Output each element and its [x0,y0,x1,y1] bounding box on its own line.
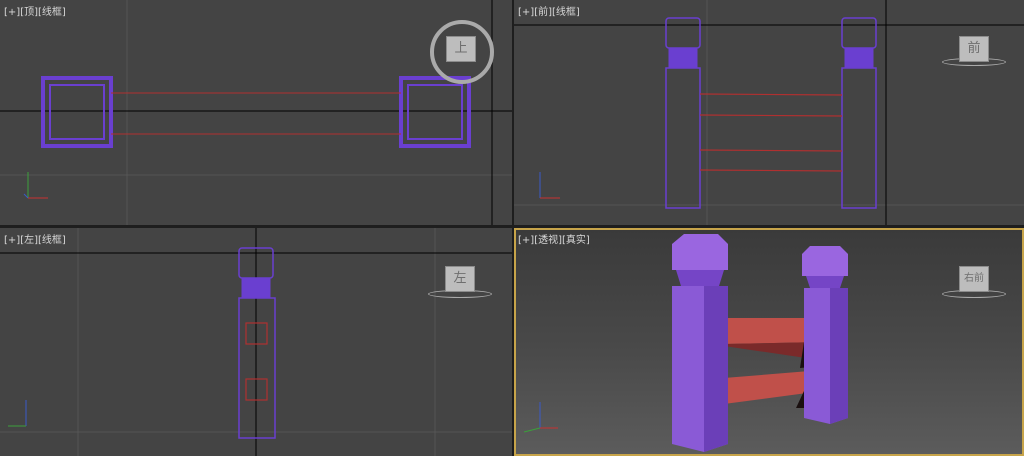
shading-mode-button[interactable]: [真实] [562,235,590,246]
post-right-front [841,17,877,209]
viewport-perspective[interactable]: [+][透视][真实] 右前 [514,228,1024,456]
shading-mode-button[interactable]: [线框] [552,7,580,18]
viewport-label: [+][顶][线框] [4,3,66,18]
shading-mode-button[interactable]: [线框] [38,235,66,246]
viewport-menu-button[interactable]: [+] [4,235,20,246]
perspective-scene [523,234,848,452]
view-name-button[interactable]: [透视] [534,235,562,246]
post-left-top [41,76,113,148]
viewport-menu-button[interactable]: [+] [518,235,534,246]
post-right-shaded [802,246,848,424]
viewcube-face[interactable]: 右前 [959,266,989,292]
view-name-button[interactable]: [顶] [20,7,38,18]
front-view-scene [514,0,1024,225]
viewcube[interactable]: 前 [942,36,1008,70]
viewport-label: [+][透视][真实] [518,231,590,246]
axis-gizmo [523,402,558,433]
post-right-top [399,76,471,148]
viewcube-face[interactable]: 左 [445,266,475,292]
axis-gizmo [539,172,560,199]
viewport-front[interactable]: [+][前][线框] 前 [514,0,1024,225]
axis-gizmo [23,172,48,199]
viewport-menu-button[interactable]: [+] [4,7,20,18]
viewport-menu-button[interactable]: [+] [518,7,534,18]
viewcube[interactable]: 上 [430,20,494,84]
viewcube[interactable]: 右前 [942,266,1008,300]
viewport-label: [+][前][线框] [518,3,580,18]
axis-gizmo [8,400,27,427]
left-view-scene [0,228,512,456]
viewport-label: [+][左][线框] [4,231,66,246]
viewport-left[interactable]: [+][左][线框] 左 [0,228,512,456]
viewcube-face[interactable]: 前 [959,36,989,62]
shading-mode-button[interactable]: [线框] [38,7,66,18]
view-name-button[interactable]: [前] [534,7,552,18]
viewcube-face[interactable]: 上 [446,36,476,62]
post-left-side [238,247,276,439]
post-left-front [665,17,701,209]
rails-front [699,93,843,172]
view-name-button[interactable]: [左] [20,235,38,246]
viewcube[interactable]: 左 [428,266,494,300]
rails-top [111,92,401,135]
post-left-shaded [672,234,728,452]
viewport-top[interactable]: [+][顶][线框] 上 [0,0,512,225]
